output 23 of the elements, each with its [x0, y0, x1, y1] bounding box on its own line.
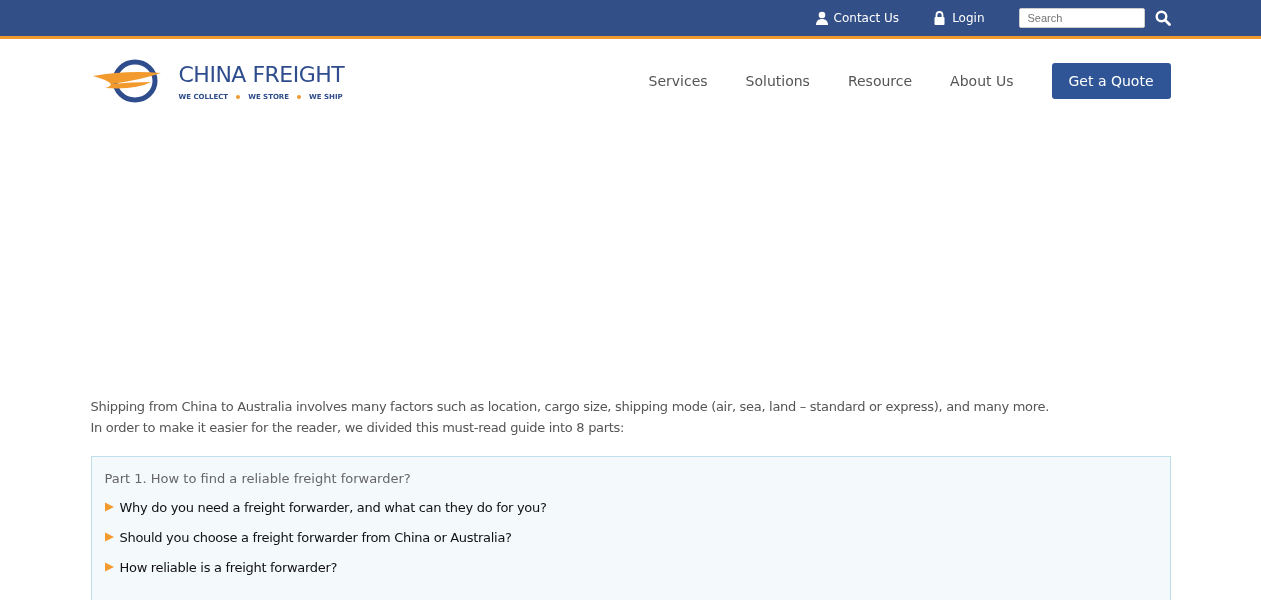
- search-icon[interactable]: [1154, 10, 1171, 26]
- person-icon: [814, 11, 829, 25]
- contact-link[interactable]: Contact Us: [833, 11, 900, 25]
- brand-name: CHINA FREIGHT: [178, 61, 345, 87]
- intro-text: Shipping from China to Australia involves many factors such as location, cargo size, shipping mode (air, sea, land – standard or express), and many more.: [90, 398, 1051, 416]
- triangle-icon: [104, 502, 114, 512]
- lock-icon: [933, 11, 948, 25]
- intro-text: In order to make it easier for the reader, we divided this must-read guide into 8 parts:: [90, 419, 626, 437]
- quote-button[interactable]: Get a Quote: [1051, 63, 1171, 99]
- triangle-icon: [104, 562, 114, 572]
- guide-link[interactable]: Should you choose a freight forwarder from China or Australia?: [119, 529, 512, 545]
- triangle-icon: [104, 532, 114, 542]
- bullet-dot: [297, 94, 302, 99]
- search-field[interactable]: Search: [1018, 8, 1145, 28]
- nav-link[interactable]: About Us: [950, 73, 1014, 89]
- guide-link[interactable]: How reliable is a freight forwarder?: [119, 559, 338, 575]
- bullet-dot: [236, 94, 241, 99]
- nav-link[interactable]: Solutions: [745, 73, 810, 89]
- nav-link[interactable]: Services: [648, 73, 708, 89]
- part-title: Part 1. How to find a reliable freight forwarder?: [104, 471, 412, 486]
- nav-link[interactable]: Resource: [847, 73, 913, 89]
- login-link[interactable]: Login: [952, 11, 985, 25]
- guide-link[interactable]: Why do you need a freight forwarder, and what can they do for you?: [119, 499, 547, 515]
